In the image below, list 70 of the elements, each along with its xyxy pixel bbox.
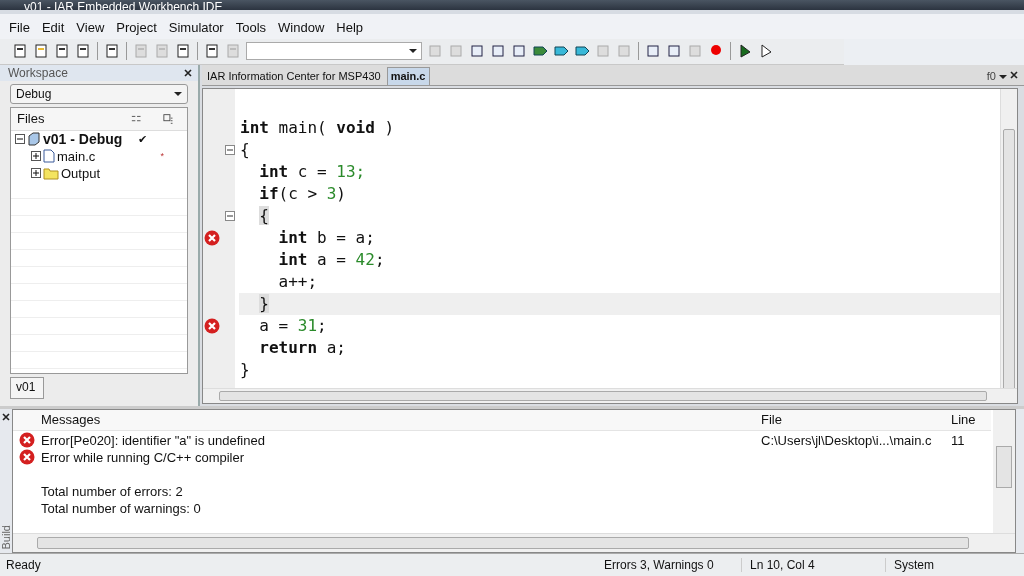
play-icon[interactable] [737,43,753,60]
collapse-icon[interactable] [15,134,25,145]
close-icon[interactable] [184,68,192,77]
tree-item[interactable]: Output [61,165,101,181]
code-line: { [239,140,250,160]
scroll-thumb[interactable] [37,537,969,550]
status-text: Errors 3, Warnings 0 [596,558,742,573]
scroll-thumb[interactable] [219,390,987,401]
code-line: int a = 42; [277,250,385,270]
menu-item[interactable]: Help [331,18,371,36]
mark-cell: * [160,151,164,162]
code-line: int main( void ) [239,118,395,138]
dropdown-icon[interactable] [999,74,1007,79]
options-column-icon[interactable] [162,112,173,125]
status-text: Ready [5,558,42,573]
code-line: } [239,360,250,380]
menu-item[interactable]: File [4,18,37,36]
error-icon [19,449,35,466]
editor-tab[interactable]: IAR Information Center for MSP430 [204,67,384,85]
play-outline-icon[interactable] [758,43,774,60]
code-line: return a; [258,338,346,358]
menu-item[interactable]: Edit [36,18,72,36]
message-text[interactable]: Total number of errors: 2 [41,483,183,499]
message-text[interactable]: Error[Pe020]: identifier "a" is undefined [41,432,265,448]
column-header[interactable]: Line [951,412,991,428]
vertical-scrollbar[interactable] [993,409,1015,534]
message-text[interactable]: Error while running C/C++ compiler [41,449,245,465]
column-header[interactable]: File [761,412,951,428]
error-icon [19,432,35,449]
close-icon[interactable] [1010,70,1018,79]
close-icon[interactable] [2,412,10,421]
column-header[interactable]: Messages [41,412,761,428]
status-text: Ln 10, Col 4 [742,558,886,573]
expand-icon[interactable] [31,168,41,179]
line-number: 11 [951,432,965,448]
dropdown-icon[interactable] [409,49,417,54]
file-path: C:\Users\jl\Desktop\i...\main.c [761,432,932,448]
error-icon[interactable] [204,229,220,246]
menu-item[interactable]: Tools [230,18,274,36]
workspace-tab[interactable]: v01 [10,376,45,399]
message-text[interactable]: Total number of warnings: 0 [41,500,201,516]
menu-item[interactable]: Simulator [163,18,231,36]
menu-item[interactable]: Window [273,18,332,36]
vertical-scrollbar[interactable] [1000,88,1017,388]
mark-cell: ✔ [138,132,148,146]
code-line: int c = 13; [258,162,366,182]
config-dropdown[interactable]: Debug [10,83,188,104]
status-text: System [893,558,935,573]
menu-item[interactable]: View [71,18,112,36]
menu-item[interactable]: Project [111,18,164,36]
cube-icon [27,132,41,147]
error-icon[interactable] [204,317,220,334]
scroll-thumb[interactable] [996,445,1012,488]
file-icon [43,149,55,164]
code-line: a = 31; [258,316,327,336]
panel-title: Workspace [8,65,68,80]
panel-label: Build [0,524,12,550]
tree-item[interactable]: main.c [57,148,96,164]
horizontal-scrollbar[interactable] [13,533,1015,553]
scroll-thumb[interactable] [1003,128,1015,391]
code-line: if(c > 3) [258,184,346,204]
code-line: int b = a; [277,228,375,248]
collapse-icon[interactable] [225,210,235,221]
dropdown-icon [174,91,182,96]
code-line: a++; [277,272,318,292]
function-box[interactable]: f0 [986,69,996,85]
editor-tab[interactable]: main.c [386,66,430,85]
tree-item[interactable]: v01 - Debug [43,131,123,148]
expand-icon[interactable] [31,151,41,162]
collapse-icon[interactable] [225,144,235,155]
